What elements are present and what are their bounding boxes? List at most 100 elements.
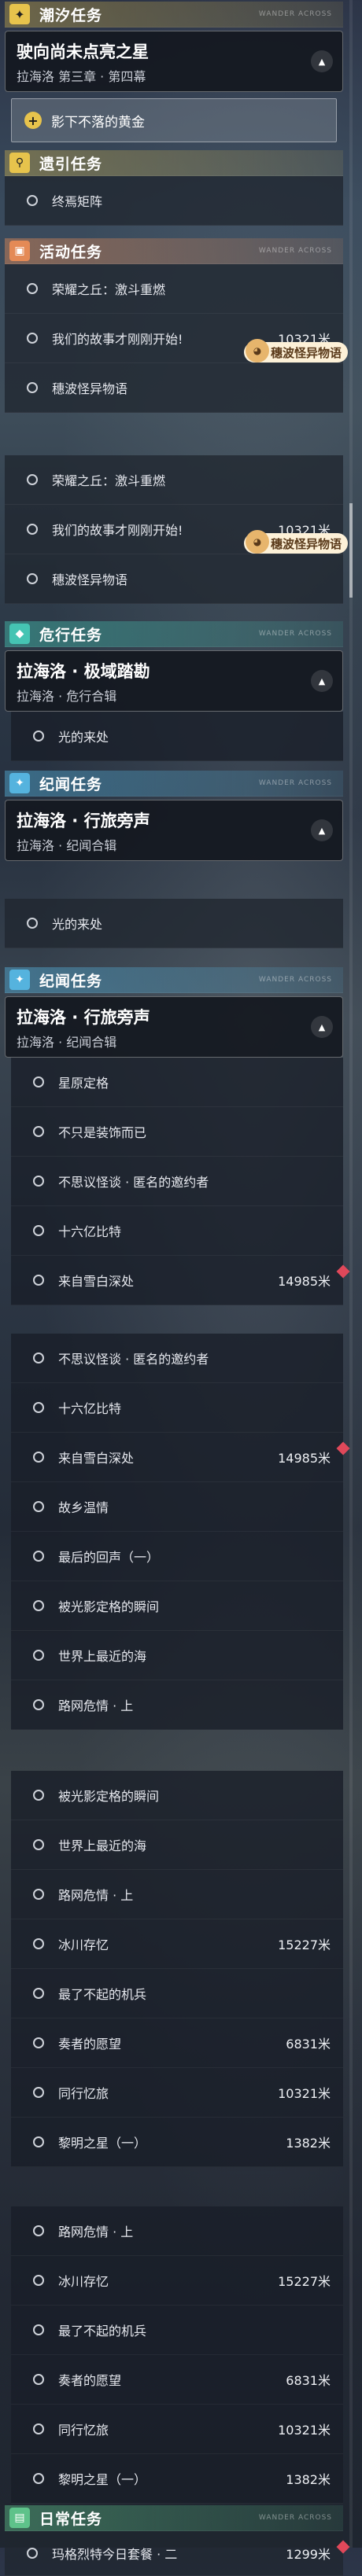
list-item[interactable]: 被光影定格的瞬间: [11, 1771, 343, 1820]
circle-icon: [27, 283, 38, 294]
circle-icon: [33, 1600, 44, 1611]
list-item[interactable]: 路网危情 · 上: [11, 2206, 343, 2256]
list-item[interactable]: 冰川存忆 15227米: [11, 2256, 343, 2306]
list-item[interactable]: 最后的回声（一）: [11, 1532, 343, 1581]
list-item[interactable]: 路网危情 · 上: [11, 1870, 343, 1919]
list-item[interactable]: 穗波怪异物语: [5, 363, 343, 413]
chronicle-quest-card[interactable]: 拉海洛 · 行旅旁声 拉海洛 · 纪闻合辑 ▲: [5, 996, 343, 1058]
scrollbar-track[interactable]: [349, 0, 353, 2548]
guide-quest-title: 遗引任务: [39, 155, 103, 173]
chronicle-quest-section: ✦ 纪闻任务 WANDER ACROSS 拉海洛 · 行旅旁声 拉海洛 · 纪闻…: [5, 771, 343, 861]
list-item[interactable]: 奏者的愿望 6831米: [11, 2355, 343, 2405]
tide-quest-header[interactable]: ✦ 潮汐任务 WANDER ACROSS: [5, 2, 343, 28]
list-item[interactable]: 荣耀之丘：激斗重燃: [5, 264, 343, 314]
item-label: 黎明之星（一）: [58, 2136, 147, 2151]
list-item[interactable]: 终焉矩阵: [5, 176, 343, 226]
list-item[interactable]: 冰川存忆 15227米: [11, 1919, 343, 1969]
item-label: 同行忆旅: [58, 2423, 109, 2438]
circle-icon: [33, 1176, 44, 1187]
circle-icon: [33, 1402, 44, 1413]
list-item[interactable]: 光的来处: [5, 899, 343, 948]
list-item[interactable]: 奏者的愿望 6831米: [11, 2018, 343, 2068]
list-item[interactable]: 世界上最近的海: [11, 1631, 343, 1680]
item-label: 世界上最近的海: [58, 1649, 147, 1664]
item-label: 世界上最近的海: [58, 1838, 147, 1853]
collapse-arrow-icon[interactable]: ▲: [311, 1016, 333, 1038]
sticker-label: 穗波怪异物语: [270, 345, 342, 360]
list-item[interactable]: 不思议怪谈 · 匿名的邀约者: [11, 1334, 343, 1383]
item-label: 十六亿比特: [58, 1224, 122, 1239]
list-item[interactable]: 故乡温情: [11, 1482, 343, 1532]
circle-icon: [33, 2473, 44, 2484]
list-item[interactable]: 不思议怪谈 · 匿名的邀约者: [11, 1157, 343, 1206]
header-deco-text: WANDER ACROSS: [258, 247, 332, 255]
quest-objective[interactable]: + 影下不落的黄金: [11, 98, 337, 142]
list-item[interactable]: 我们的故事才刚刚开始! 10321米 ◕ 穗波怪异物语: [5, 505, 348, 554]
collapse-arrow-icon[interactable]: ▲: [311, 819, 333, 841]
quest-title: 驶向尚未点亮之星: [17, 42, 149, 61]
list-item[interactable]: 不只是装饰而已: [11, 1107, 343, 1157]
list-item[interactable]: 最了不起的机兵: [11, 2306, 343, 2355]
danger-quest-header[interactable]: ◆ 危行任务 WANDER ACROSS: [5, 621, 343, 647]
item-label: 光的来处: [58, 730, 109, 745]
list-item[interactable]: 来自雪白深处 14985米: [11, 1433, 350, 1482]
chronicle-quest-section: 不思议怪谈 · 匿名的邀约者 十六亿比特 来自雪白深处 14985米 故乡温情 最…: [5, 1334, 350, 1730]
event-sticker[interactable]: ◕ 穗波怪异物语: [243, 530, 348, 554]
list-item[interactable]: 十六亿比特: [11, 1206, 343, 1256]
scrollbar-thumb[interactable]: [349, 503, 353, 598]
event-sticker[interactable]: ◕ 穗波怪异物语: [243, 339, 348, 362]
collapse-arrow-icon[interactable]: ▲: [311, 670, 333, 692]
chronicle-quest-header[interactable]: ✦ 纪闻任务 WANDER ACROSS: [5, 967, 343, 993]
danger-quest-card[interactable]: 拉海洛 · 极域踏勘 拉海洛 · 危行合辑 ▲: [5, 650, 343, 712]
circle-icon: [27, 2548, 38, 2559]
list-item[interactable]: 玛格烈特今日套餐 · 二 1299米: [5, 2531, 350, 2576]
tide-quest-title: 潮汐任务: [39, 6, 103, 24]
list-item[interactable]: 黎明之星（一） 1382米: [11, 2118, 343, 2167]
circle-icon: [33, 1699, 44, 1710]
item-distance: 10321米: [278, 2423, 331, 2438]
list-item[interactable]: 光的来处: [11, 712, 343, 761]
daily-quest-title: 日常任务: [39, 2510, 103, 2528]
item-label: 被光影定格的瞬间: [58, 1599, 160, 1614]
list-item[interactable]: 十六亿比特: [11, 1383, 343, 1433]
chronicle-quest-header[interactable]: ✦ 纪闻任务 WANDER ACROSS: [5, 771, 343, 797]
item-label: 十六亿比特: [58, 1401, 122, 1416]
guide-quest-header[interactable]: ⚲ 遗引任务: [5, 150, 343, 176]
circle-icon: [33, 1650, 44, 1661]
mascot-icon: ◕: [245, 339, 269, 362]
item-label: 光的来处: [52, 917, 103, 932]
quest-subtitle: 拉海洛 · 纪闻合辑: [17, 838, 117, 853]
list-item[interactable]: 同行忆旅 10321米: [11, 2068, 343, 2118]
activity-quest-header[interactable]: ▣ 活动任务 WANDER ACROSS: [5, 238, 343, 264]
main-quest-card[interactable]: 驶向尚未点亮之星 拉海洛 第三章 · 第四幕 ▲: [5, 31, 343, 92]
list-item[interactable]: 来自雪白深处 14985米: [11, 1256, 350, 1305]
circle-icon: [33, 1551, 44, 1562]
list-item[interactable]: 黎明之星（一） 1382米: [11, 2454, 343, 2504]
item-label: 荣耀之丘：激斗重燃: [52, 282, 166, 297]
list-item[interactable]: 最了不起的机兵: [11, 1969, 343, 2018]
item-label: 最后的回声（一）: [58, 1550, 160, 1565]
circle-icon: [33, 1225, 44, 1236]
list-item[interactable]: 星原定格: [11, 1058, 343, 1107]
daily-quest-header[interactable]: ▤ 日常任务 WANDER ACROSS: [5, 2505, 343, 2531]
item-label: 穗波怪异物语: [52, 381, 128, 396]
list-item[interactable]: 路网危情 · 上: [11, 1680, 343, 1730]
list-item[interactable]: 被光影定格的瞬间: [11, 1581, 343, 1631]
tide-quest-icon: ✦: [9, 4, 30, 24]
collapse-arrow-icon[interactable]: ▲: [311, 50, 333, 72]
chronicle-quest-section: 路网危情 · 上 冰川存忆 15227米 最了不起的机兵 奏者的愿望 6831米 同…: [5, 2206, 343, 2504]
item-label: 不思议怪谈 · 匿名的邀约者: [58, 1352, 209, 1367]
item-distance: 6831米: [286, 2373, 331, 2388]
chronicle-quest-card[interactable]: 拉海洛 · 行旅旁声 拉海洛 · 纪闻合辑 ▲: [5, 800, 343, 861]
list-item[interactable]: 穗波怪异物语: [5, 554, 343, 604]
circle-icon: [33, 2324, 44, 2335]
list-item[interactable]: 荣耀之丘：激斗重燃: [5, 455, 343, 505]
list-item[interactable]: 我们的故事才刚刚开始! 10321米 ◕ 穗波怪异物语: [5, 314, 348, 363]
circle-icon: [33, 1076, 44, 1087]
quest-title: 拉海洛 · 行旅旁声: [17, 1008, 150, 1027]
list-item[interactable]: 同行忆旅 10321米: [11, 2405, 343, 2454]
list-item[interactable]: 世界上最近的海: [11, 1820, 343, 1870]
item-label: 同行忆旅: [58, 2086, 109, 2101]
chronicle-quest-section: 光的来处: [5, 899, 343, 948]
chronicle-quest-title: 纪闻任务: [39, 775, 103, 793]
